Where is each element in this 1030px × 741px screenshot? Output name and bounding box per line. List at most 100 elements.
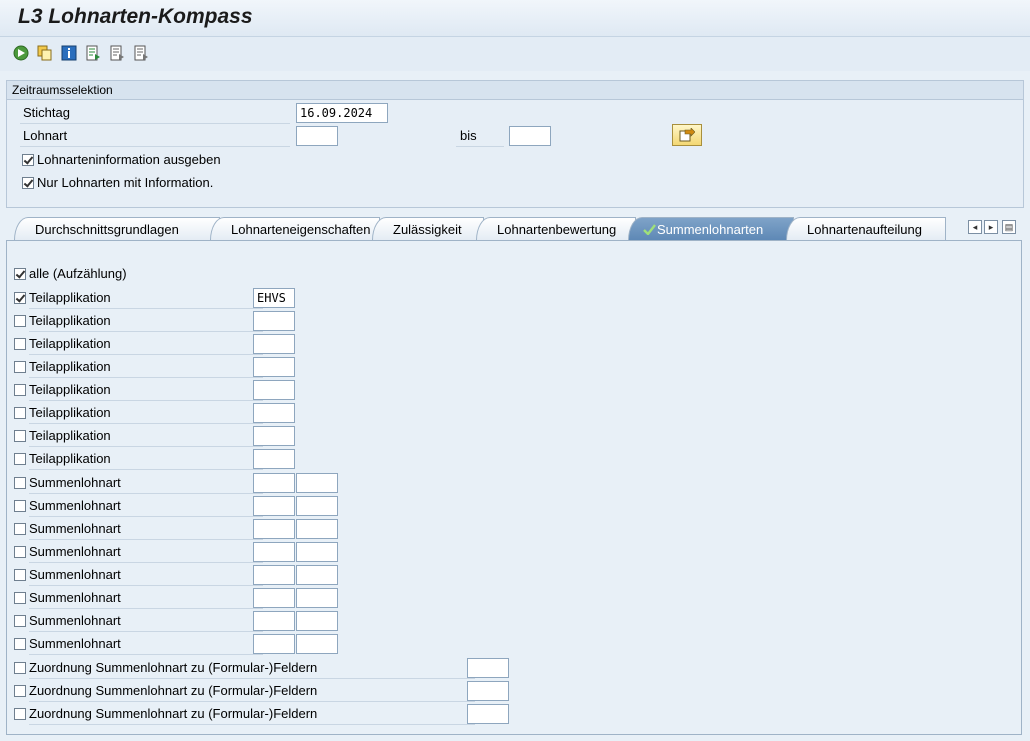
- lohnarteninfo-checkbox[interactable]: [22, 154, 34, 166]
- summenlohnart-field-2[interactable]: [296, 473, 338, 493]
- zuordnung-row[interactable]: Zuordnung Summenlohnart zu (Formular-)Fe…: [14, 657, 475, 679]
- teilapplikation-checkbox[interactable]: [14, 338, 26, 350]
- teilapplikation-checkbox[interactable]: [14, 430, 26, 442]
- teilapplikation-row[interactable]: Teilapplikation: [14, 333, 263, 355]
- info-icon[interactable]: [60, 44, 77, 61]
- nur-lohnarten-checkbox[interactable]: [22, 177, 34, 189]
- teilapplikation-row[interactable]: Teilapplikation: [14, 356, 263, 378]
- zuordnung-row[interactable]: Zuordnung Summenlohnart zu (Formular-)Fe…: [14, 703, 475, 725]
- export3-icon[interactable]: [132, 44, 149, 61]
- tab-label: Summenlohnarten: [657, 222, 764, 237]
- export2-icon[interactable]: [108, 44, 125, 61]
- zuordnung-checkbox[interactable]: [14, 708, 26, 720]
- summenlohnart-checkbox[interactable]: [14, 477, 26, 489]
- chk-lohnarteninfo[interactable]: Lohnarteninformation ausgeben: [22, 150, 221, 170]
- execute-icon[interactable]: [12, 44, 29, 61]
- lohnart-from-field[interactable]: [296, 126, 338, 146]
- teilapplikation-field[interactable]: [253, 380, 295, 400]
- summenlohnart-checkbox[interactable]: [14, 569, 26, 581]
- nur-lohnarten-label: Nur Lohnarten mit Information.: [37, 175, 214, 190]
- summenlohnart-row[interactable]: Summenlohnart: [14, 518, 263, 540]
- teilapplikation-row[interactable]: Teilapplikation: [14, 379, 263, 401]
- teilapplikation-field[interactable]: [253, 426, 295, 446]
- tab-list-icon[interactable]: ▤: [1002, 220, 1016, 234]
- tab-lohnartenbewertung[interactable]: Lohnartenbewertung: [476, 217, 636, 240]
- lohnart-to-field[interactable]: [509, 126, 551, 146]
- tab-strip: Durchschnittsgrundlagen Lohnarteneigensc…: [6, 217, 1022, 242]
- teilapplikation-label: Teilapplikation: [29, 333, 263, 355]
- tab-zulaessigkeit[interactable]: Zulässigkeit: [372, 217, 484, 240]
- zuordnung-label: Zuordnung Summenlohnart zu (Formular-)Fe…: [29, 657, 475, 679]
- summenlohnart-checkbox[interactable]: [14, 500, 26, 512]
- zuordnung-checkbox[interactable]: [14, 662, 26, 674]
- copy-icon[interactable]: [36, 44, 53, 61]
- tab-durchschnittsgrundlagen[interactable]: Durchschnittsgrundlagen: [14, 217, 220, 240]
- zuordnung-label: Zuordnung Summenlohnart zu (Formular-)Fe…: [29, 703, 475, 725]
- zuordnung-checkbox[interactable]: [14, 685, 26, 697]
- zuordnung-row[interactable]: Zuordnung Summenlohnart zu (Formular-)Fe…: [14, 680, 475, 702]
- summenlohnart-checkbox[interactable]: [14, 592, 26, 604]
- teilapplikation-row[interactable]: Teilapplikation: [14, 448, 263, 470]
- summenlohnart-checkbox[interactable]: [14, 638, 26, 650]
- zuordnung-field[interactable]: [467, 704, 509, 724]
- teilapplikation-checkbox[interactable]: [14, 384, 26, 396]
- summenlohnart-field-2[interactable]: [296, 496, 338, 516]
- tab-scroll-right-icon[interactable]: ▸: [984, 220, 998, 234]
- summenlohnart-field-2[interactable]: [296, 634, 338, 654]
- summenlohnart-field-1[interactable]: [253, 634, 295, 654]
- summenlohnart-field-1[interactable]: [253, 588, 295, 608]
- tab-lohnartenaufteilung[interactable]: Lohnartenaufteilung: [786, 217, 946, 240]
- teilapplikation-field[interactable]: [253, 334, 295, 354]
- summenlohnart-checkbox[interactable]: [14, 615, 26, 627]
- tab-summenlohnarten[interactable]: Summenlohnarten: [628, 217, 794, 242]
- teilapplikation-field[interactable]: [253, 449, 295, 469]
- summenlohnart-field-1[interactable]: [253, 473, 295, 493]
- export-icon[interactable]: [84, 44, 101, 61]
- summenlohnart-field-1[interactable]: [253, 542, 295, 562]
- teilapplikation-row[interactable]: Teilapplikation: [14, 287, 263, 309]
- summenlohnart-field-1[interactable]: [253, 565, 295, 585]
- teilapplikation-row[interactable]: Teilapplikation: [14, 310, 263, 332]
- teilapplikation-checkbox[interactable]: [14, 407, 26, 419]
- summenlohnart-checkbox[interactable]: [14, 523, 26, 535]
- summenlohnart-field-2[interactable]: [296, 611, 338, 631]
- tab-scroll-left-icon[interactable]: ◂: [968, 220, 982, 234]
- summenlohnart-row[interactable]: Summenlohnart: [14, 633, 263, 655]
- summenlohnart-row[interactable]: Summenlohnart: [14, 587, 263, 609]
- teilapplikation-row[interactable]: Teilapplikation: [14, 402, 263, 424]
- teilapplikation-field[interactable]: EHVS: [253, 288, 295, 308]
- summenlohnart-row[interactable]: Summenlohnart: [14, 541, 263, 563]
- teilapplikation-field[interactable]: [253, 311, 295, 331]
- alle-checkbox[interactable]: [14, 268, 26, 280]
- teilapplikation-field[interactable]: [253, 403, 295, 423]
- tab-label: Durchschnittsgrundlagen: [35, 222, 179, 237]
- teilapplikation-row[interactable]: Teilapplikation: [14, 425, 263, 447]
- summenlohnart-field-1[interactable]: [253, 496, 295, 516]
- summenlohnart-checkbox[interactable]: [14, 546, 26, 558]
- summenlohnart-row[interactable]: Summenlohnart: [14, 610, 263, 632]
- stichtag-label-text: Stichtag: [23, 105, 70, 120]
- tab-label: Lohnarteneigenschaften: [231, 222, 371, 237]
- teilapplikation-checkbox[interactable]: [14, 453, 26, 465]
- summenlohnart-row[interactable]: Summenlohnart: [14, 564, 263, 586]
- multiple-selection-button[interactable]: [672, 124, 702, 146]
- summenlohnart-field-2[interactable]: [296, 519, 338, 539]
- teilapplikation-checkbox[interactable]: [14, 292, 26, 304]
- summenlohnart-field-2[interactable]: [296, 588, 338, 608]
- summenlohnart-field-2[interactable]: [296, 565, 338, 585]
- chk-nur-lohnarten[interactable]: Nur Lohnarten mit Information.: [22, 173, 213, 193]
- summenlohnart-field-1[interactable]: [253, 611, 295, 631]
- zuordnung-field[interactable]: [467, 681, 509, 701]
- teilapplikation-field[interactable]: [253, 357, 295, 377]
- summenlohnart-field-2[interactable]: [296, 542, 338, 562]
- tab-lohnarteneigenschaften[interactable]: Lohnarteneigenschaften: [210, 217, 380, 240]
- summenlohnart-label: Summenlohnart: [29, 587, 263, 609]
- summenlohnart-row[interactable]: Summenlohnart: [14, 472, 263, 494]
- teilapplikation-checkbox[interactable]: [14, 361, 26, 373]
- alle-row[interactable]: alle (Aufzählung): [14, 263, 127, 285]
- stichtag-field[interactable]: 16.09.2024: [296, 103, 388, 123]
- summenlohnart-row[interactable]: Summenlohnart: [14, 495, 263, 517]
- zuordnung-field[interactable]: [467, 658, 509, 678]
- summenlohnart-field-1[interactable]: [253, 519, 295, 539]
- teilapplikation-checkbox[interactable]: [14, 315, 26, 327]
